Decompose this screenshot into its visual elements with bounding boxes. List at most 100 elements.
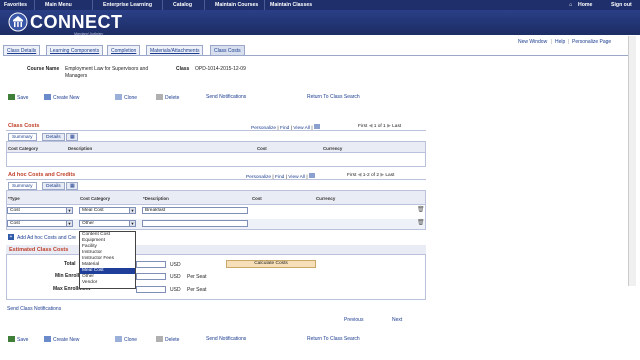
judiciary-logo-icon (8, 12, 28, 32)
cost-category-select[interactable]: Other ▼ (79, 220, 136, 227)
col-description: *Description (143, 196, 169, 201)
total-value (136, 261, 166, 268)
cost-category-dropdown-list[interactable]: Content Cost Equipment Facility Instructor I… (79, 231, 136, 289)
previous-link[interactable]: Previous (344, 317, 363, 323)
class-label: Class (176, 66, 190, 72)
delete-icon (156, 94, 163, 100)
trash-icon[interactable]: 🗑 (417, 219, 425, 226)
prev-arrow-icon[interactable]: ◀ (358, 173, 362, 178)
create-new-icon (44, 336, 51, 342)
chevron-down-icon: ▼ (129, 221, 135, 226)
adhoc-pager: First ◀ 1-2 of 2 ▶ Last (347, 173, 394, 178)
main-menu[interactable]: Main Menu (45, 2, 72, 8)
col-cost: Cost (257, 146, 267, 151)
add-icon[interactable]: + (8, 234, 14, 240)
description-input[interactable] (142, 220, 248, 227)
cost-category-select[interactable]: Meal Cost ▼ (79, 207, 136, 214)
send-notifications-link[interactable]: Send Notifications (206, 94, 246, 100)
create-new-button[interactable]: Create New (44, 94, 79, 101)
class-costs-summary-tab[interactable]: Summary (8, 133, 37, 141)
separator (204, 0, 205, 10)
trash-icon[interactable]: 🗑 (417, 206, 425, 213)
delete-button[interactable]: Delete (156, 94, 179, 101)
separator (264, 0, 265, 10)
save-button[interactable]: Save (8, 94, 28, 101)
breadcrumb-enterprise-learning[interactable]: Enterprise Learning (103, 2, 152, 8)
tab-class-costs[interactable]: Class Costs (210, 45, 245, 55)
tab-class-details[interactable]: Class Details (3, 45, 41, 55)
max-per-seat: Per Seat (187, 287, 207, 293)
class-costs-details-tab[interactable]: Details (42, 133, 65, 141)
brand-subtitle: Maryland Judiciary (74, 32, 104, 36)
description-input[interactable]: Breakfast (142, 207, 248, 214)
type-select[interactable]: Cost ▼ (7, 220, 73, 227)
breadcrumb-catalog[interactable]: Catalog (173, 2, 192, 8)
adhoc-costs-title: Ad hoc Costs and Credits (8, 172, 76, 178)
help-link[interactable]: Help (555, 39, 565, 45)
tab-completion[interactable]: Completion (107, 45, 141, 55)
clone-icon (115, 336, 122, 342)
create-new-button[interactable]: Create New (44, 336, 79, 343)
home-icon[interactable]: ⌂ (569, 2, 572, 8)
new-window-link[interactable]: New Window (518, 39, 547, 45)
estimated-costs-title: Estimated Class Costs (9, 247, 69, 253)
separator (34, 0, 35, 10)
prev-arrow-icon[interactable]: ◀ (369, 124, 373, 129)
col-currency: Currency (323, 146, 343, 151)
estimated-costs-header (6, 245, 426, 255)
adhoc-summary-tab[interactable]: Summary (8, 182, 37, 190)
favorites-menu[interactable]: Favorites (4, 2, 27, 8)
separator: | (551, 39, 553, 45)
separator (92, 0, 93, 10)
next-arrow-icon[interactable]: ▶ (380, 173, 384, 178)
grid-download-icon[interactable] (308, 173, 315, 178)
save-button[interactable]: Save (8, 336, 28, 343)
dropdown-option[interactable]: Vendor (80, 280, 135, 286)
breadcrumb-maintain-courses[interactable]: Maintain Courses (215, 2, 258, 8)
divider (6, 130, 426, 131)
grid-download-icon[interactable] (313, 124, 320, 129)
show-all-columns-icon[interactable]: ▦ (66, 182, 78, 190)
clone-icon (115, 94, 122, 100)
total-currency: USD (170, 262, 181, 268)
adhoc-header-row (7, 191, 425, 205)
last-link[interactable]: Last (385, 173, 394, 178)
return-to-class-search-link[interactable]: Return To Class Search (307, 94, 360, 100)
class-costs-pager: First ◀ 1 of 1 ▶ Last (358, 124, 401, 129)
separator (162, 0, 163, 10)
type-select[interactable]: Cost ▼ (7, 207, 73, 214)
course-name-label: Course Name (27, 66, 60, 72)
min-per-seat: Per Seat (187, 274, 207, 280)
sign-out-link[interactable]: Sign out (611, 2, 632, 8)
return-to-class-search-link[interactable]: Return To Class Search (307, 336, 360, 342)
tab-materials-attachments[interactable]: Materials/Attachments (146, 45, 204, 55)
vertical-scrollbar[interactable] (628, 36, 636, 286)
first-link[interactable]: First (358, 124, 367, 129)
row-count: 1 of 1 (373, 124, 386, 129)
delete-icon (156, 336, 163, 342)
send-class-notifications-link[interactable]: Send Class Notifications (7, 306, 61, 312)
last-link[interactable]: Last (392, 124, 401, 129)
home-link[interactable]: Home (578, 2, 592, 8)
send-notifications-link[interactable]: Send Notifications (206, 336, 246, 342)
add-adhoc-costs-link[interactable]: Add Ad hoc Costs and Cre (17, 235, 76, 241)
create-new-icon (44, 94, 51, 100)
first-link[interactable]: First (347, 173, 356, 178)
class-value: OPD-1014-2015-12-09 (195, 66, 246, 72)
delete-button[interactable]: Delete (156, 336, 179, 343)
brand-name: CONNECT (30, 12, 123, 32)
clone-button[interactable]: Clone (115, 94, 137, 101)
min-currency: USD (170, 274, 181, 280)
adhoc-details-tab[interactable]: Details (42, 182, 65, 190)
tab-learning-components[interactable]: Learning Components (46, 45, 104, 55)
calculate-costs-button[interactable]: Calculate Costs (226, 260, 316, 268)
breadcrumb-maintain-classes[interactable]: Maintain Classes (270, 2, 312, 8)
max-enrollment-value (136, 286, 166, 293)
clone-button[interactable]: Clone (115, 336, 137, 343)
chevron-down-icon: ▼ (66, 208, 72, 213)
personalize-page-link[interactable]: Personalize Page (572, 39, 611, 45)
next-arrow-icon[interactable]: ▶ (387, 124, 391, 129)
show-all-columns-icon[interactable]: ▦ (66, 133, 78, 141)
next-link[interactable]: Next (392, 317, 402, 323)
row-count: 1-2 of 2 (362, 173, 379, 178)
